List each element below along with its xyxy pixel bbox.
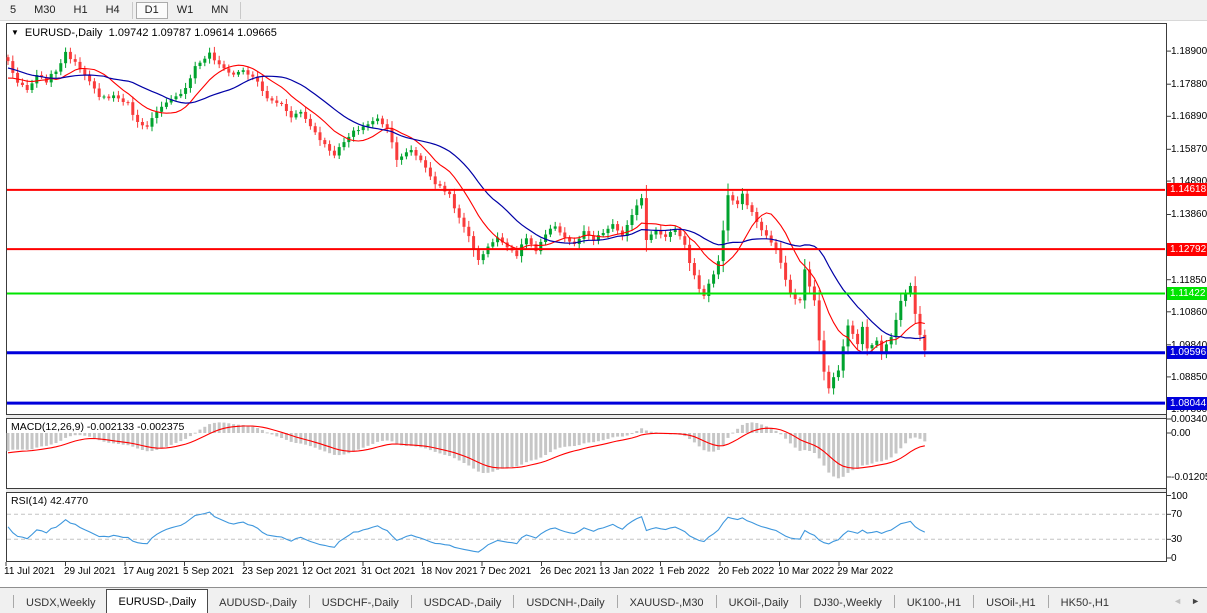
tab-ukoil-daily[interactable]: UKOil-,Daily [718,593,800,613]
date-axis-label: 7 Dec 2021 [480,566,531,577]
rsi-axis-tick: 30 [1171,534,1182,545]
date-axis-label: 11 Jul 2021 [4,566,55,577]
tab-separator [1048,595,1049,608]
date-axis-label: 5 Sep 2021 [183,566,234,577]
date-axis-label: 12 Oct 2021 [302,566,356,577]
timeframe-button-5[interactable]: 5 [1,2,25,19]
date-axis-label: 20 Feb 2022 [718,566,774,577]
tab-uk100-h1[interactable]: UK100-,H1 [896,593,972,613]
rsi-axis-tick: 0 [1171,553,1177,564]
timeframe-button-M30[interactable]: M30 [25,2,64,19]
tab-scroll-left-icon[interactable]: ◄ [1173,596,1182,606]
toolbar-separator [240,2,241,19]
tab-separator [13,595,14,608]
tab-eurusd-daily[interactable]: EURUSD-,Daily [106,589,208,613]
main-chart-panel[interactable] [6,23,1167,415]
macd-axis-tick: -0.012055 [1171,472,1207,483]
tab-separator [973,595,974,608]
toolbar-separator [132,2,133,19]
price-line-badge: 1.11422 [1167,287,1207,300]
date-axis-label: 17 Aug 2021 [123,566,179,577]
rsi-axis-tick: 70 [1171,509,1182,520]
price-axis-tick: 1.16890 [1171,111,1207,122]
tab-hk50-h1[interactable]: HK50-,H1 [1050,593,1120,613]
date-axis-label: 13 Jan 2022 [599,566,654,577]
trading-terminal-window: 5M30H1H4 D1W1MN ▼ EURUSD-,Daily 1.09742 1.… [0,0,1207,613]
timeframe-button-H1[interactable]: H1 [65,2,97,19]
macd-axis-tick: 0.003408 [1171,414,1207,425]
price-axis-tick: 1.10860 [1171,307,1207,318]
date-axis-label: 10 Mar 2022 [778,566,834,577]
tab-separator [800,595,801,608]
tab-scroll-controls: ◄► [1173,588,1207,613]
timeframe-button-H4[interactable]: H4 [97,2,129,19]
collapse-chart-icon[interactable]: ▼ [11,28,19,37]
rsi-panel[interactable] [6,492,1167,562]
timeframe-button-W1[interactable]: W1 [168,2,203,19]
date-axis-label: 29 Mar 2022 [837,566,893,577]
tab-separator [716,595,717,608]
price-axis-tick: 1.13860 [1171,209,1207,220]
price-axis-tick: 1.11850 [1171,275,1206,286]
chart-title: ▼ EURUSD-,Daily 1.09742 1.09787 1.09614 1… [11,27,277,39]
rsi-axis-tick: 100 [1171,491,1188,502]
timeframe-button-MN[interactable]: MN [202,2,237,19]
date-axis-label: 1 Feb 2022 [659,566,710,577]
tab-usdcnh-daily[interactable]: USDCNH-,Daily [515,593,615,613]
date-axis-label: 26 Dec 2021 [540,566,597,577]
price-axis-tick: 1.18900 [1171,46,1207,57]
rsi-indicator-label: RSI(14) 42.4770 [11,495,88,507]
price-line-badge: 1.14618 [1167,183,1207,196]
date-axis-label: 18 Nov 2021 [421,566,478,577]
tab-usdx-weekly[interactable]: USDX,Weekly [15,593,106,613]
tab-separator [411,595,412,608]
tab-separator [309,595,310,608]
date-axis-label: 31 Oct 2021 [361,566,415,577]
macd-axis-tick: 0.00 [1171,428,1190,439]
price-axis-tick: 1.08850 [1171,372,1207,383]
price-line-badge: 1.08044 [1167,397,1207,410]
chart-title-symbol: EURUSD-,Daily [25,27,103,39]
tab-scroll-right-icon[interactable]: ► [1191,596,1200,606]
price-axis-tick: 1.15870 [1171,144,1207,155]
tab-dj30-weekly[interactable]: DJ30-,Weekly [802,593,892,613]
tab-separator [513,595,514,608]
macd-indicator-label: MACD(12,26,9) -0.002133 -0.002375 [11,421,184,433]
date-axis-label: 29 Jul 2021 [64,566,116,577]
tab-usdcad-daily[interactable]: USDCAD-,Daily [413,593,513,613]
price-line-badge: 1.09596 [1167,346,1207,359]
chart-tab-bar: USDX,WeeklyEURUSD-,DailyAUDUSD-,DailyUSD… [0,587,1207,613]
price-line-badge: 1.12792 [1167,243,1207,256]
tab-usdchf-daily[interactable]: USDCHF-,Daily [311,593,410,613]
tab-xauusd-m30[interactable]: XAUUSD-,M30 [619,593,715,613]
tab-separator [617,595,618,608]
date-axis-label: 23 Sep 2021 [242,566,299,577]
timeframe-toolbar: 5M30H1H4 D1W1MN [0,0,1207,21]
timeframe-button-D1[interactable]: D1 [136,2,168,19]
tab-usoil-h1[interactable]: USOil-,H1 [975,593,1047,613]
price-axis-tick: 1.17880 [1171,79,1207,90]
chart-title-ohlc: 1.09742 1.09787 1.09614 1.09665 [109,27,277,39]
tab-separator [894,595,895,608]
tab-audusd-daily[interactable]: AUDUSD-,Daily [208,593,308,613]
